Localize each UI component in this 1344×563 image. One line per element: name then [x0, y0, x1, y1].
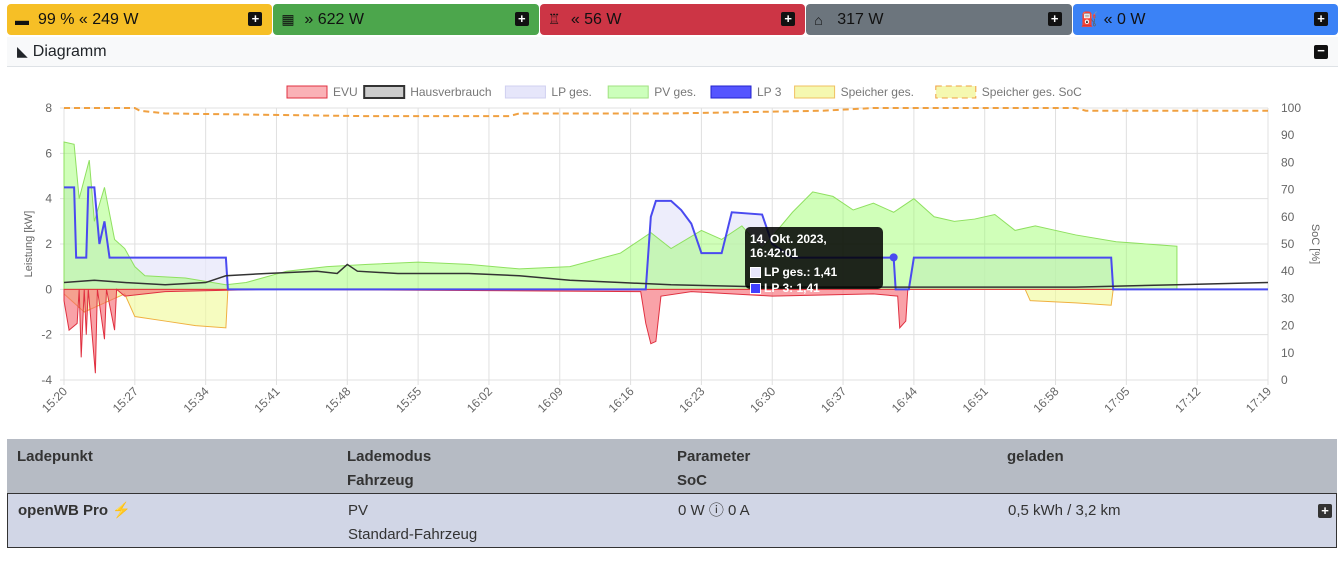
- table-row[interactable]: openWB Pro ⚡ PV Standard-Fahrzeug 0 W ⓘ 0…: [7, 493, 1337, 548]
- speicher-soc-line: [64, 107, 1268, 118]
- legend-item: Speicher ges. SoC: [982, 85, 1082, 99]
- legend-swatch: [794, 85, 836, 99]
- legend-swatch: [607, 85, 649, 99]
- x-tick-label: 17:05: [1101, 384, 1132, 415]
- expand-row-icon[interactable]: +: [1318, 504, 1332, 518]
- legend-item: LP ges.: [551, 85, 591, 99]
- x-tick-label: 15:27: [110, 384, 141, 415]
- x-tick-label: 15:34: [181, 384, 212, 415]
- legend-item: PV ges.: [654, 85, 696, 99]
- legend-item: Hausverbrauch: [410, 85, 491, 99]
- lp3-hover-point: [889, 253, 898, 262]
- legend-swatch: [935, 85, 977, 99]
- y2-tick-label: 50: [1281, 237, 1295, 251]
- y2-tick-label: 90: [1281, 128, 1295, 142]
- x-tick-label: 15:41: [251, 384, 282, 415]
- plug-icon: ⚡: [112, 502, 131, 519]
- x-tick-label: 16:09: [535, 384, 566, 415]
- pv-area: [63, 141, 1178, 290]
- legend-swatch: [286, 85, 328, 99]
- x-tick-label: 16:16: [606, 384, 637, 415]
- y2-tick-label: 40: [1281, 264, 1295, 278]
- legend-swatch: [710, 85, 752, 99]
- y2-tick-label: 100: [1281, 101, 1301, 115]
- x-tick-label: 16:58: [1031, 384, 1062, 415]
- lp-ges-swatch: [750, 266, 761, 278]
- y2-tick-label: 10: [1281, 346, 1295, 360]
- y2-tick-label: 0: [1281, 373, 1288, 387]
- chart-tooltip: 14. Okt. 2023, 16:42:01 LP ges.: 1,41 LP…: [745, 227, 883, 295]
- y-axis-label: Leistung [kW]: [23, 211, 35, 278]
- y2-tick-label: 30: [1281, 291, 1295, 305]
- y2-tick-label: 60: [1281, 210, 1295, 224]
- x-tick-label: 16:02: [464, 384, 495, 415]
- chargepoint-table: Ladepunkt Lademodus Fahrzeug Parameter SoC…: [7, 439, 1337, 549]
- x-tick-label: 15:20: [39, 384, 70, 415]
- legend-swatch: [504, 85, 546, 99]
- table-header: Ladepunkt Lademodus Fahrzeug Parameter SoC…: [7, 439, 1337, 493]
- y2-tick-label: 70: [1281, 183, 1295, 197]
- x-tick-label: 16:23: [676, 384, 707, 415]
- y-tick-label: 8: [45, 101, 52, 115]
- x-tick-label: 17:12: [1172, 384, 1203, 415]
- y-tick-label: -4: [41, 373, 52, 387]
- legend-item: EVU: [333, 85, 358, 99]
- x-tick-label: 16:37: [818, 384, 849, 415]
- x-tick-label: 16:30: [747, 384, 778, 415]
- y-tick-label: 2: [45, 237, 52, 251]
- x-tick-label: 17:19: [1243, 384, 1274, 415]
- legend-item: LP 3: [757, 85, 782, 99]
- y2-axis-label: SoC [%]: [1309, 224, 1321, 264]
- power-chart: 86420-2-4100908070605040302010015:20 15:2…: [23, 85, 1321, 415]
- x-tick-label: 15:48: [322, 384, 353, 415]
- legend-swatch: [363, 85, 406, 99]
- y-tick-label: 6: [45, 146, 52, 160]
- lp3-swatch: [750, 282, 761, 294]
- y2-tick-label: 20: [1281, 319, 1295, 333]
- y2-tick-label: 80: [1281, 155, 1295, 169]
- y-tick-label: 4: [45, 192, 52, 206]
- x-tick-label: 16:44: [889, 384, 920, 415]
- y-tick-label: -2: [41, 328, 52, 342]
- x-tick-label: 15:55: [393, 384, 424, 415]
- x-tick-label: 16:51: [960, 384, 991, 415]
- legend-item: Speicher ges.: [841, 85, 914, 99]
- y-tick-label: 0: [45, 282, 52, 296]
